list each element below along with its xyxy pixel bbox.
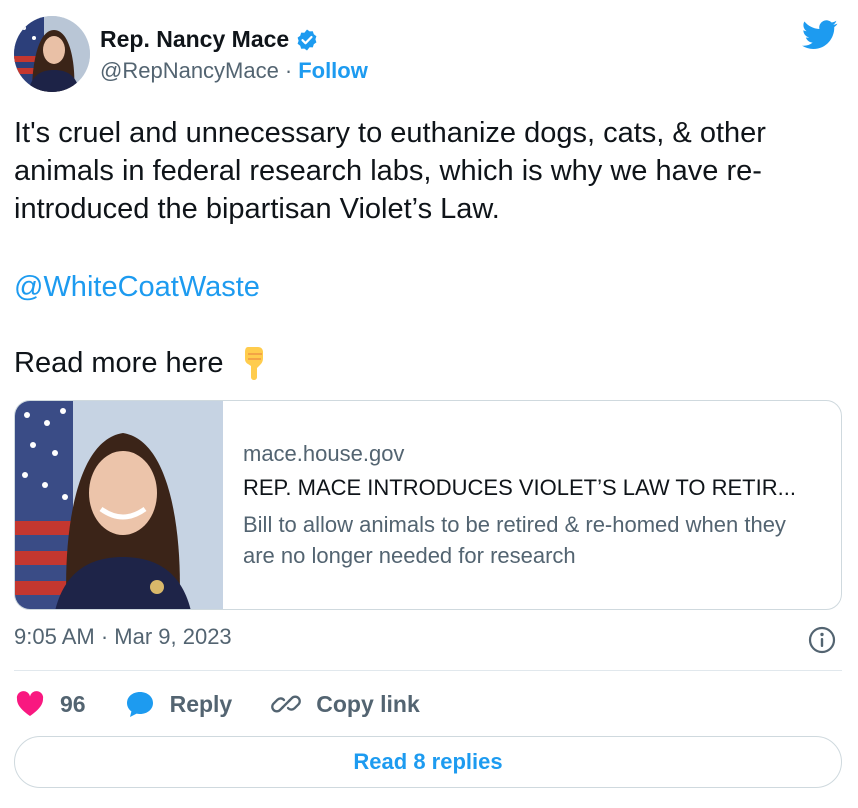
heart-icon xyxy=(14,688,46,720)
reply-button[interactable]: Reply xyxy=(124,688,233,720)
handle-separator: · xyxy=(284,58,293,83)
copy-link-label: Copy link xyxy=(316,690,420,717)
read-more-line: Read more here xyxy=(14,344,270,382)
divider xyxy=(14,670,842,671)
tweet-timestamp[interactable]: 9:05 AM · Mar 9, 2023 xyxy=(14,624,232,650)
card-body: mace.house.gov REP. MACE INTRODUCES VIOL… xyxy=(223,401,813,609)
mention-link[interactable]: @WhiteCoatWaste xyxy=(14,268,260,306)
copy-link-button[interactable]: Copy link xyxy=(270,688,420,720)
link-preview-card[interactable]: mace.house.gov REP. MACE INTRODUCES VIOL… xyxy=(14,400,842,610)
avatar-image xyxy=(14,16,90,92)
like-button[interactable]: 96 xyxy=(14,688,86,720)
info-icon[interactable] xyxy=(808,626,836,654)
tweet-actions: 96 Reply Copy link xyxy=(14,686,458,722)
card-photo xyxy=(15,401,223,609)
link-icon xyxy=(270,688,302,720)
backhand-index-pointing-down-icon xyxy=(234,345,270,381)
reply-bubble-icon xyxy=(124,688,156,720)
like-count: 96 xyxy=(60,690,86,717)
follow-button[interactable]: Follow xyxy=(298,58,368,84)
twitter-bird-icon[interactable] xyxy=(802,20,838,50)
author-avatar[interactable] xyxy=(14,16,90,92)
read-more-text: Read more here xyxy=(14,347,224,379)
card-title: REP. MACE INTRODUCES VIOLET’S LAW TO RET… xyxy=(243,475,796,500)
author-handle[interactable]: @RepNancyMace xyxy=(100,58,279,84)
reply-label: Reply xyxy=(169,690,233,717)
author-handle-row: @RepNancyMace · Follow xyxy=(100,58,368,84)
tweet-text: It's cruel and unnecessary to euthanize … xyxy=(14,117,766,225)
card-description: Bill to allow animals to be retired & re… xyxy=(243,512,786,568)
read-replies-button[interactable]: Read 8 replies xyxy=(14,736,842,788)
verified-badge-icon xyxy=(295,28,319,52)
card-domain: mace.house.gov xyxy=(243,441,405,466)
author-name-row: Rep. Nancy Mace xyxy=(100,26,319,53)
author-display-name[interactable]: Rep. Nancy Mace xyxy=(100,26,289,53)
card-image xyxy=(15,401,223,609)
